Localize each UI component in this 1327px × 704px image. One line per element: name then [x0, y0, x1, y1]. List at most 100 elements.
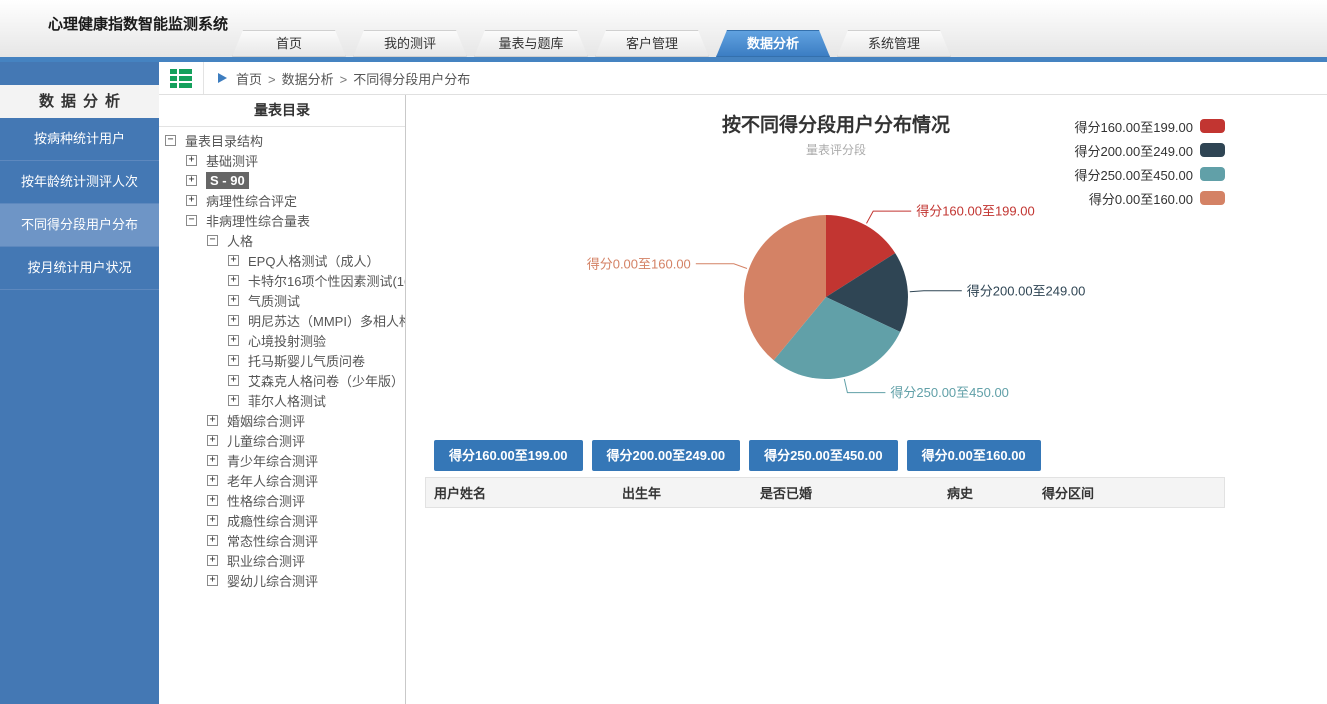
segment-button-4[interactable]: 得分0.00至160.00 [907, 440, 1041, 471]
tree-node-label[interactable]: 心境投射测验 [248, 331, 326, 350]
pie-label-line [910, 291, 962, 292]
tree-node[interactable]: + 婴幼儿综合测评 [159, 570, 405, 590]
segment-button-2[interactable]: 得分200.00至249.00 [592, 440, 741, 471]
tree-node-label[interactable]: 人格 [227, 231, 253, 250]
tree-node[interactable]: + 基础测评 [159, 150, 405, 170]
expand-icon[interactable]: + [228, 375, 239, 386]
nav-tab-6[interactable]: 系统管理 [837, 30, 951, 57]
pie-label-line [696, 264, 747, 269]
tree-node[interactable]: + 儿童综合测评 [159, 430, 405, 450]
expand-icon[interactable]: + [207, 415, 218, 426]
sidebar-menu: 按病种统计用户按年龄统计测评人次不同得分段用户分布按月统计用户状况 [0, 118, 159, 290]
tree-node-label[interactable]: 婚姻综合测评 [227, 411, 305, 430]
tree-node[interactable]: + 气质测试 [159, 290, 405, 310]
table-column-header: 是否已婚 [752, 483, 939, 502]
nav-tab-5[interactable]: 数据分析 [716, 30, 830, 57]
tree-node-label[interactable]: 老年人综合测评 [227, 471, 318, 490]
sidebar-item-1[interactable]: 按病种统计用户 [0, 118, 159, 161]
sidebar: 数据分析 按病种统计用户按年龄统计测评人次不同得分段用户分布按月统计用户状况 [0, 62, 159, 704]
expand-icon[interactable]: + [228, 295, 239, 306]
tree-node-label[interactable]: 托马斯婴儿气质问卷 [248, 351, 365, 370]
tree-node[interactable]: + EPQ人格测试（成人） [159, 250, 405, 270]
tree-node-label[interactable]: 职业综合测评 [227, 551, 305, 570]
collapse-icon[interactable]: − [186, 215, 197, 226]
nav-tab-3[interactable]: 量表与题库 [474, 30, 588, 57]
segment-button-1[interactable]: 得分160.00至199.00 [434, 440, 583, 471]
expand-icon[interactable]: + [228, 355, 239, 366]
tree-node-label[interactable]: 性格综合测评 [227, 491, 305, 510]
expand-icon[interactable]: + [228, 255, 239, 266]
divider [203, 62, 204, 94]
breadcrumb-item-3[interactable]: 不同得分段用户分布 [353, 72, 470, 87]
tree-node[interactable]: + 病理性综合评定 [159, 190, 405, 210]
tree-node-label[interactable]: EPQ人格测试（成人） [248, 251, 379, 270]
nav-tab-label: 客户管理 [626, 36, 678, 51]
expand-icon[interactable]: + [186, 155, 197, 166]
tree-node[interactable]: + S - 90 [159, 170, 405, 190]
tree-node-label[interactable]: 儿童综合测评 [227, 431, 305, 450]
expand-icon[interactable]: + [207, 535, 218, 546]
tree-node[interactable]: + 成瘾性综合测评 [159, 510, 405, 530]
tree-node[interactable]: + 职业综合测评 [159, 550, 405, 570]
tree-node[interactable]: + 托马斯婴儿气质问卷 [159, 350, 405, 370]
tree-node-label[interactable]: 成瘾性综合测评 [227, 511, 318, 530]
tree-node[interactable]: + 艾森克人格问卷（少年版）陈仲 [159, 370, 405, 390]
expand-icon[interactable]: + [207, 575, 218, 586]
expand-icon[interactable]: + [228, 315, 239, 326]
sidebar-item-2[interactable]: 按年龄统计测评人次 [0, 161, 159, 204]
expand-icon[interactable]: + [186, 175, 197, 186]
tree-node-label[interactable]: 非病理性综合量表 [206, 211, 310, 230]
tree-node[interactable]: −人格 [159, 230, 405, 250]
breadcrumb-item-1[interactable]: 首页 [236, 72, 262, 87]
expand-icon[interactable]: + [228, 395, 239, 406]
pie-label-line [867, 211, 912, 223]
sidebar-item-3[interactable]: 不同得分段用户分布 [0, 204, 159, 247]
tree-node-label[interactable]: 明尼苏达（MMPI）多相人格测 [248, 311, 406, 330]
expand-icon[interactable]: + [207, 455, 218, 466]
tree-node-label[interactable]: 艾森克人格问卷（少年版）陈仲 [248, 371, 406, 390]
tree-node[interactable]: −量表目录结构 [159, 130, 405, 150]
tree-node[interactable]: + 卡特尔16项个性因素测试(16PF [159, 270, 405, 290]
breadcrumb-separator: > [340, 72, 348, 87]
tree-node-label[interactable]: 量表目录结构 [185, 131, 263, 150]
segment-button-3[interactable]: 得分250.00至450.00 [749, 440, 898, 471]
nav-tab-4[interactable]: 客户管理 [595, 30, 709, 57]
expand-icon[interactable]: + [207, 435, 218, 446]
layout-grid-icon[interactable] [170, 69, 192, 88]
tree-node-label[interactable]: 基础测评 [206, 151, 258, 170]
tree-node[interactable]: + 心境投射测验 [159, 330, 405, 350]
expand-icon[interactable]: + [228, 275, 239, 286]
tree-node-label[interactable]: 青少年综合测评 [227, 451, 318, 470]
tree-node-label[interactable]: 气质测试 [248, 291, 300, 310]
expand-icon[interactable]: + [207, 515, 218, 526]
collapse-icon[interactable]: − [207, 235, 218, 246]
tree-node-label[interactable]: 常态性综合测评 [227, 531, 318, 550]
tree-node-label[interactable]: 卡特尔16项个性因素测试(16PF [248, 271, 406, 290]
tree-node[interactable]: + 老年人综合测评 [159, 470, 405, 490]
tree-node[interactable]: + 明尼苏达（MMPI）多相人格测 [159, 310, 405, 330]
expand-icon[interactable]: + [207, 495, 218, 506]
tree-node[interactable]: + 菲尔人格测试 [159, 390, 405, 410]
tree-node-label[interactable]: 病理性综合评定 [206, 191, 297, 210]
nav-tab-1[interactable]: 首页 [232, 30, 346, 57]
collapse-icon[interactable]: − [165, 135, 176, 146]
tree-node[interactable]: + 婚姻综合测评 [159, 410, 405, 430]
scale-catalog-title: 量表目录 [159, 95, 405, 127]
tree-node[interactable]: + 青少年综合测评 [159, 450, 405, 470]
nav-tab-2[interactable]: 我的测评 [353, 30, 467, 57]
tree-node-label[interactable]: 菲尔人格测试 [248, 391, 326, 410]
expand-icon[interactable]: + [207, 475, 218, 486]
tree-node-label[interactable]: S - 90 [206, 172, 249, 189]
tree-node[interactable]: −非病理性综合量表 [159, 210, 405, 230]
tree-node[interactable]: + 常态性综合测评 [159, 530, 405, 550]
expand-icon[interactable]: + [186, 195, 197, 206]
expand-icon[interactable]: + [228, 335, 239, 346]
nav-tab-label: 数据分析 [747, 36, 799, 51]
nav-tab-label: 系统管理 [868, 36, 920, 51]
tree-node-label[interactable]: 婴幼儿综合测评 [227, 571, 318, 590]
expand-icon[interactable]: + [207, 555, 218, 566]
sidebar-item-4[interactable]: 按月统计用户状况 [0, 247, 159, 290]
breadcrumb-item-2[interactable]: 数据分析 [282, 72, 334, 87]
pie-label: 得分250.00至450.00 [890, 385, 1009, 400]
tree-node[interactable]: + 性格综合测评 [159, 490, 405, 510]
